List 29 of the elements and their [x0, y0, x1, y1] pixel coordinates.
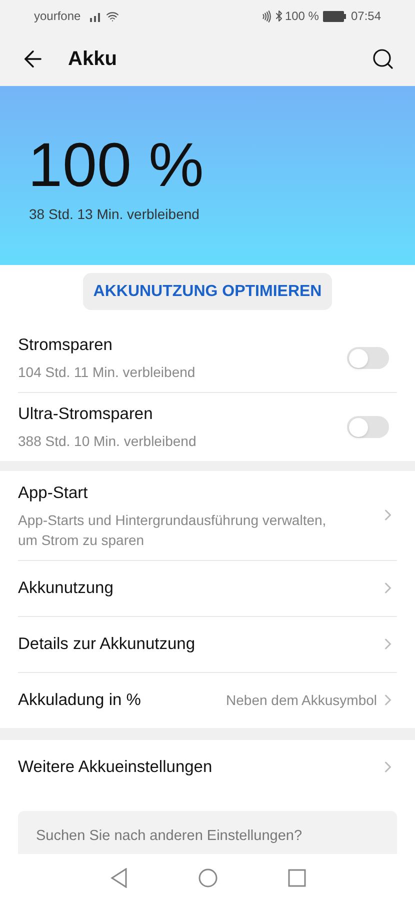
setting-description: App-Starts und Hintergrundausführung verwalten, um Strom zu sparen [18, 510, 328, 550]
search-icon [371, 47, 395, 71]
setting-title: App-Start [18, 483, 89, 504]
clock: 07:54 [350, 8, 381, 25]
wifi-icon [106, 10, 119, 22]
home-nav-button[interactable] [198, 868, 218, 888]
suggestion-text: Suchen Sie nach anderen Einstellungen? [36, 827, 302, 846]
setting-title: Ultra-Stromsparen [18, 404, 154, 425]
page-title: Akku [68, 47, 117, 72]
setting-value: Neben dem Akkusymbol [226, 690, 377, 710]
optimize-button[interactable]: AKKUNUTZUNG OPTIMIEREN [83, 273, 332, 310]
carrier-name: yourfone [34, 8, 81, 25]
back-nav-button[interactable] [110, 868, 128, 888]
battery-percentage: 100 % [28, 130, 205, 202]
setting-title: Akkuladung in % [18, 690, 142, 711]
toggle-switch[interactable] [347, 347, 389, 369]
recents-nav-button[interactable] [288, 868, 306, 886]
setting-title: Details zur Akkunutzung [18, 634, 196, 655]
setting-title: Weitere Akkueinstellungen [18, 756, 214, 778]
battery-icon [322, 10, 347, 22]
setting-description: 388 Std. 10 Min. verbleibend [18, 432, 198, 452]
suggestion-card[interactable]: Suchen Sie nach anderen Einstellungen? [18, 810, 397, 854]
setting-title: Akkunutzung [18, 578, 114, 599]
remaining-time: 38 Std. 13 Min. verbleibend [29, 205, 200, 224]
setting-title: Stromsparen [18, 334, 114, 356]
toggle-switch[interactable] [347, 416, 389, 438]
battery-percent: 100 % [284, 8, 319, 25]
signal-icon [88, 10, 103, 22]
setting-description: 104 Std. 11 Min. verbleibend [18, 363, 196, 382]
